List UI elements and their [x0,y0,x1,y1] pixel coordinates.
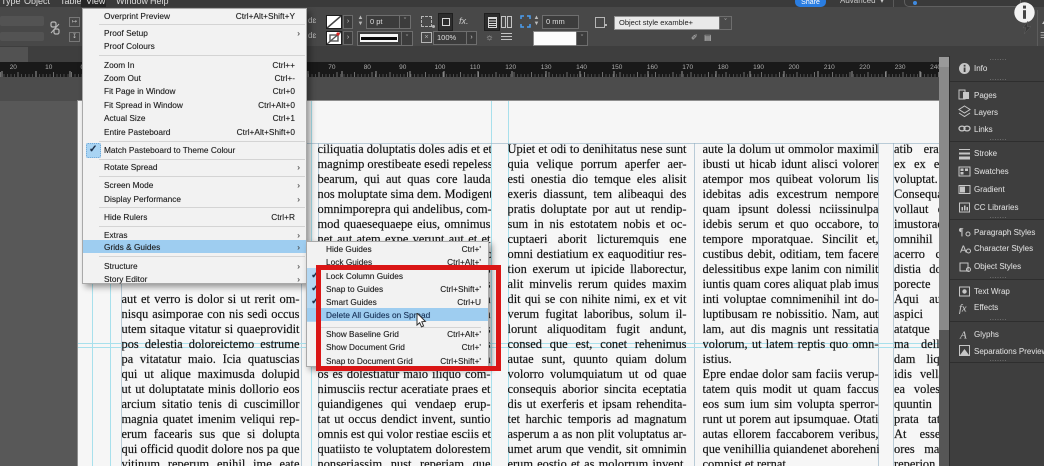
svg-text:A: A [960,244,967,255]
svg-text:¶: ¶ [959,227,964,238]
svg-text:A: A [959,329,967,341]
svg-text:fx: fx [959,303,967,314]
